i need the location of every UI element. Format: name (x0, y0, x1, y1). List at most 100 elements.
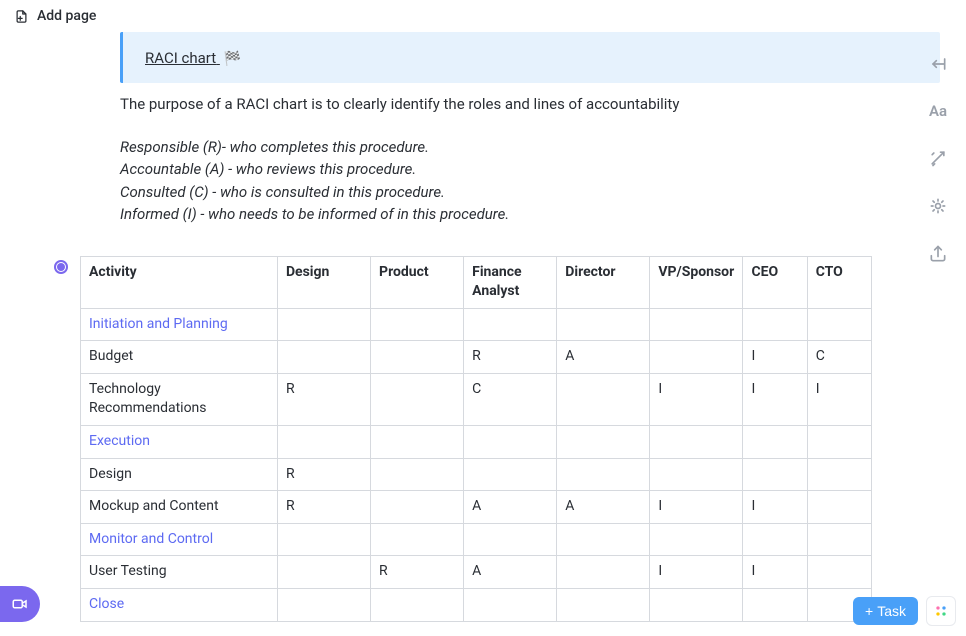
raci-cell (277, 308, 370, 341)
raci-cell (371, 373, 464, 425)
table-row: Execution (81, 426, 872, 459)
raci-cell (464, 458, 557, 491)
activity-cell: Budget (81, 341, 278, 374)
apps-button[interactable] (926, 596, 956, 626)
raci-cell (371, 589, 464, 622)
activity-cell: Mockup and Content (81, 491, 278, 524)
raci-chart-link[interactable]: RACI chart 🏁 (145, 49, 241, 67)
raci-definitions: Responsible (R)- who completes this proc… (120, 136, 940, 226)
col-product: Product (371, 256, 464, 308)
table-row: Budget RA IC (81, 341, 872, 374)
raci-cell (557, 458, 650, 491)
raci-cell (277, 523, 370, 556)
raci-cell (807, 491, 871, 524)
activity-cell[interactable]: Initiation and Planning (81, 308, 278, 341)
activity-cell[interactable]: Close (81, 589, 278, 622)
raci-cell: I (743, 491, 807, 524)
raci-cell: R (277, 458, 370, 491)
raci-cell: A (557, 491, 650, 524)
raci-cell: I (743, 341, 807, 374)
raci-cell (464, 308, 557, 341)
raci-cell: R (371, 556, 464, 589)
raci-cell (743, 458, 807, 491)
topbar: Add page (0, 0, 966, 32)
raci-cell: I (807, 373, 871, 425)
raci-table-area: Activity Design Product Finance Analyst … (80, 256, 940, 622)
raci-cell (807, 308, 871, 341)
share-icon[interactable] (928, 244, 948, 264)
activity-cell: Design (81, 458, 278, 491)
raci-cell: I (743, 556, 807, 589)
raci-cell: A (557, 341, 650, 374)
raci-cell (464, 426, 557, 459)
table-row: Technology RecommendationsRCIII (81, 373, 872, 425)
raci-cell (743, 426, 807, 459)
raci-cell (277, 589, 370, 622)
col-activity: Activity (81, 256, 278, 308)
task-button-label: Task (877, 603, 906, 619)
activity-cell: Technology Recommendations (81, 373, 278, 425)
raci-cell (277, 426, 370, 459)
def-accountable: Accountable (A) - who reviews this proce… (120, 158, 940, 181)
raci-cell (807, 458, 871, 491)
add-page-icon[interactable] (14, 9, 29, 24)
record-clip-button[interactable] (0, 586, 40, 622)
create-task-button[interactable]: + Task (853, 597, 918, 625)
raci-cell (650, 589, 743, 622)
block-marker-icon[interactable] (54, 260, 68, 274)
col-cto: CTO (807, 256, 871, 308)
activity-cell[interactable]: Monitor and Control (81, 523, 278, 556)
callout-raci: RACI chart 🏁 (120, 32, 940, 83)
def-responsible: Responsible (R)- who completes this proc… (120, 136, 940, 159)
col-director: Director (557, 256, 650, 308)
raci-cell (371, 491, 464, 524)
raci-cell: R (464, 341, 557, 374)
col-ceo: CEO (743, 256, 807, 308)
activity-cell[interactable]: Execution (81, 426, 278, 459)
def-informed: Informed (I) - who needs to be informed … (120, 203, 940, 226)
raci-cell (371, 426, 464, 459)
col-design: Design (277, 256, 370, 308)
raci-chart-link-text: RACI chart (145, 49, 216, 67)
raci-cell (557, 373, 650, 425)
raci-cell (557, 556, 650, 589)
table-row: Monitor and Control (81, 523, 872, 556)
raci-cell (743, 308, 807, 341)
magic-wand-icon[interactable] (928, 148, 948, 168)
raci-cell: I (650, 373, 743, 425)
raci-cell (650, 341, 743, 374)
raci-cell (464, 589, 557, 622)
raci-cell (650, 426, 743, 459)
table-header-row: Activity Design Product Finance Analyst … (81, 256, 872, 308)
raci-cell (277, 556, 370, 589)
col-finance: Finance Analyst (464, 256, 557, 308)
raci-cell (650, 523, 743, 556)
raci-cell (557, 589, 650, 622)
table-row: Mockup and ContentRAAII (81, 491, 872, 524)
table-row: User Testing RA II (81, 556, 872, 589)
plus-icon: + (865, 603, 873, 619)
raci-cell (650, 458, 743, 491)
typography-icon[interactable]: Aa (929, 102, 947, 120)
raci-cell (277, 341, 370, 374)
raci-cell: I (650, 491, 743, 524)
raci-cell (464, 523, 557, 556)
raci-cell: I (743, 373, 807, 425)
task-group: + Task (853, 596, 956, 626)
raci-cell (371, 458, 464, 491)
raci-cell (557, 308, 650, 341)
collapse-icon[interactable] (928, 54, 948, 74)
activity-cell: User Testing (81, 556, 278, 589)
raci-cell: R (277, 491, 370, 524)
raci-cell (371, 341, 464, 374)
add-page-label[interactable]: Add page (37, 8, 96, 24)
page-content: RACI chart 🏁 The purpose of a RACI chart… (0, 32, 966, 636)
raci-cell (743, 523, 807, 556)
raci-cell: C (464, 373, 557, 425)
raci-cell: A (464, 556, 557, 589)
raci-cell: C (807, 341, 871, 374)
raci-cell: I (650, 556, 743, 589)
intro-paragraph: The purpose of a RACI chart is to clearl… (120, 93, 940, 116)
automations-icon[interactable] (928, 196, 948, 216)
raci-cell (371, 523, 464, 556)
